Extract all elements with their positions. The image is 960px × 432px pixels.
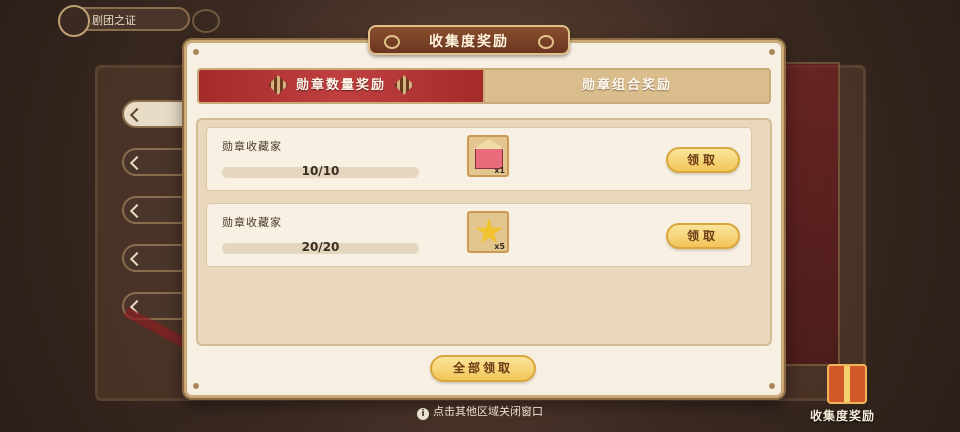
top-label-text: 剧团之证 [92,14,136,27]
chevron-left-icon [129,155,145,171]
badge-coin-icon [58,5,90,37]
claim-all-button[interactable]: 全部领取 [430,355,536,382]
rivet-icon [769,383,775,389]
claim-button[interactable]: 领取 [666,147,740,173]
ornament-icon [538,35,554,49]
chevron-left-icon [129,107,145,123]
reward-name: 勋章收藏家 [222,216,282,229]
chevron-left-icon [129,251,145,267]
reward-row: 勋章收藏家 20/20 x5 领取 [206,203,752,267]
rivet-icon [193,49,199,55]
reward-count: x5 [494,242,505,251]
tab-medal-count-reward[interactable]: 勋章数量奖励 [199,70,483,102]
reward-tabs: 勋章数量奖励 勋章组合奖励 [197,68,771,104]
info-icon: i [417,408,429,420]
rivet-icon [769,49,775,55]
reward-count: x1 [494,166,505,175]
reward-item[interactable]: x1 [467,135,509,177]
tab-medal-combo-reward[interactable]: 勋章组合奖励 [483,70,769,102]
reward-item[interactable]: x5 [467,211,509,253]
chevron-left-icon [129,203,145,219]
ornament-icon [384,35,400,49]
reward-name: 勋章收藏家 [222,140,282,153]
claim-button[interactable]: 领取 [666,223,740,249]
side-menu-item [122,148,192,176]
side-menu-item [122,196,192,224]
close-hint-text: 点击其他区域关闭窗口 [433,405,543,418]
top-label[interactable]: 剧团之证 [58,5,190,37]
modal-title-banner: 收集度奖励 [368,25,570,55]
progress-text: 10/10 [301,164,340,178]
close-hint: i 点击其他区域关闭窗口 [0,403,960,420]
side-menu-item [122,100,192,128]
rivet-icon [193,383,199,389]
side-menu-item [122,244,192,272]
gift-box-icon [827,364,867,404]
background-side-menu [122,100,192,340]
progress-text: 20/20 [301,240,340,254]
modal-title: 收集度奖励 [429,34,509,50]
reward-row: 勋章收藏家 10/10 x1 领取 [206,127,752,191]
ornament-icon [192,9,220,33]
